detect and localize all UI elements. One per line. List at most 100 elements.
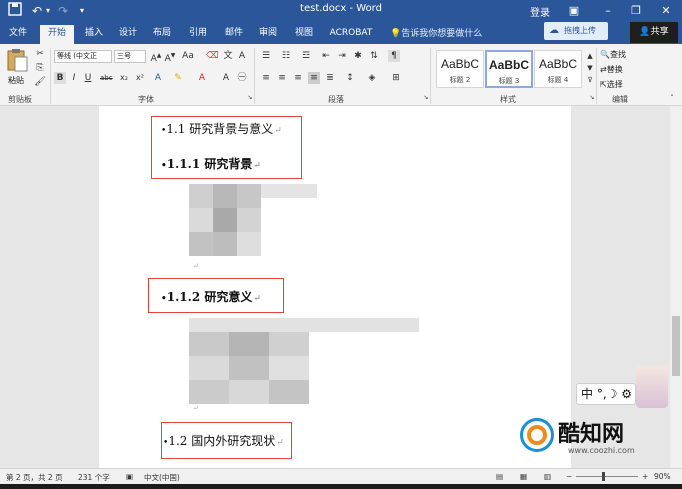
zoom-slider-thumb[interactable] [602, 472, 605, 481]
group-label-styles: 样式 [500, 95, 516, 104]
word-count[interactable]: 231 个字 [78, 472, 110, 483]
char-border-icon[interactable]: A [236, 50, 248, 62]
shrink-font-icon[interactable]: A▼ [164, 50, 176, 64]
align-left-icon[interactable]: ≡ [260, 72, 272, 84]
highlight-icon[interactable]: ✎ [172, 72, 184, 84]
person-icon: 👤 [639, 27, 651, 37]
tab-mailings[interactable]: 邮件 [220, 25, 248, 44]
enclosed-char-icon[interactable]: ㊀ [236, 72, 248, 84]
proofing-icon[interactable]: ▣ [126, 472, 133, 481]
ime-toolbar[interactable]: 中 °,☽ ⚙ [576, 383, 636, 405]
align-center-icon[interactable]: ≡ [276, 72, 288, 84]
page-count[interactable]: 第 2 页，共 2 页 [6, 472, 63, 483]
sort-icon[interactable]: ⇅ [368, 50, 380, 62]
collapse-ribbon-icon[interactable]: ˄ [666, 92, 678, 104]
tab-view[interactable]: 视图 [290, 25, 318, 44]
tab-acrobat[interactable]: ACROBAT [326, 25, 376, 44]
heading-1-1-2[interactable]: •1.1.2 研究意义↵ [161, 288, 261, 305]
paste-button[interactable]: 粘贴 [6, 48, 30, 92]
increase-indent-icon[interactable]: ⇥ [336, 50, 348, 62]
group-label-editing: 编辑 [612, 95, 628, 104]
line-spacing-icon[interactable]: ↕ [344, 72, 356, 84]
superscript-button[interactable]: x² [134, 72, 146, 84]
char-shading-icon[interactable]: A [220, 72, 232, 84]
styles-scroll-down-icon[interactable]: ▼ [584, 62, 596, 74]
tab-references[interactable]: 引用 [184, 25, 212, 44]
zoom-out-icon[interactable]: − [566, 472, 572, 481]
font-size-box[interactable]: 三号 [114, 50, 146, 63]
tab-review[interactable]: 审阅 [254, 25, 282, 44]
style-heading-4[interactable]: AaBbC 标题 4 [534, 50, 582, 88]
italic-button[interactable]: I [68, 72, 80, 84]
web-layout-icon[interactable]: ▥ [544, 472, 551, 481]
cut-icon[interactable]: ✂ [34, 48, 46, 60]
find-button[interactable]: 🔍查找 [600, 48, 626, 61]
zoom-in-icon[interactable]: + [642, 472, 648, 481]
divider [50, 48, 51, 104]
login-link[interactable]: 登录 [530, 4, 550, 19]
divider [430, 48, 431, 104]
read-mode-icon[interactable]: ▤ [496, 472, 503, 481]
replace-button[interactable]: ⇄替换 [600, 63, 623, 76]
language-indicator[interactable]: 中文(中国) [144, 472, 180, 483]
status-bar: 第 2 页，共 2 页 231 个字 ▣ 中文(中国) ▤ ▦ ▥ − + 90… [0, 468, 682, 484]
document-area: •1.1 研究背景与意义↵ •1.1.1 研究背景↵ ↵ •1.1.2 研究意义… [0, 106, 670, 468]
grow-font-icon[interactable]: A▲ [150, 50, 162, 64]
numbering-icon[interactable]: ☷ [280, 50, 292, 62]
clear-format-icon[interactable]: ⌫ [206, 50, 219, 62]
watermark-url: www.coozhi.com [568, 446, 635, 455]
font-name-box[interactable]: 等线 (中文正 [54, 50, 112, 63]
text-effects-icon[interactable]: A [152, 72, 164, 84]
chinese-layout-icon[interactable]: ✱ [352, 50, 364, 62]
borders-icon[interactable]: ⊞ [390, 72, 402, 84]
taskbar-strip [0, 484, 682, 489]
document-page[interactable]: •1.1 研究背景与意义↵ •1.1.1 研究背景↵ ↵ •1.1.2 研究意义… [99, 106, 571, 468]
copy-icon[interactable]: ⎘ [34, 62, 46, 74]
shading-icon[interactable]: ◈ [366, 72, 378, 84]
minimize-button[interactable]: – [594, 2, 622, 20]
word-window: ↶ ▾ ↷ ▾ test.docx - Word 登录 ▣ – ❐ ✕ 文件 开… [0, 0, 682, 489]
justify-icon[interactable]: ≡ [308, 72, 320, 84]
scrollbar-thumb[interactable] [672, 316, 680, 376]
cloud-upload-button[interactable]: ☁ 拖拽上传 [544, 22, 608, 40]
font-color-icon[interactable]: A [196, 72, 208, 84]
align-right-icon[interactable]: ≡ [292, 72, 304, 84]
styles-scroll-up-icon[interactable]: ▲ [584, 50, 596, 62]
heading-1-1[interactable]: •1.1 研究背景与意义↵ [161, 120, 282, 137]
zoom-slider[interactable] [576, 476, 638, 477]
phonetic-icon[interactable]: 文 [222, 50, 234, 62]
style-heading-2[interactable]: AaBbC 标题 2 [436, 50, 484, 88]
vertical-scrollbar[interactable] [670, 106, 682, 468]
show-marks-icon[interactable]: ¶ [388, 50, 400, 62]
tab-insert[interactable]: 插入 [80, 25, 108, 44]
tell-me-box[interactable]: 💡告诉我你想要做什么 [390, 26, 482, 39]
multilevel-list-icon[interactable]: ☲ [300, 50, 312, 62]
format-painter-icon[interactable]: 🖌 [34, 76, 46, 88]
bullets-icon[interactable]: ☰ [260, 50, 272, 62]
decrease-indent-icon[interactable]: ⇤ [320, 50, 332, 62]
close-button[interactable]: ✕ [652, 2, 680, 20]
change-case-icon[interactable]: Aa [182, 50, 194, 62]
bold-button[interactable]: B [54, 72, 66, 84]
distributed-icon[interactable]: ≣ [324, 72, 336, 84]
tab-design[interactable]: 设计 [114, 25, 142, 44]
subscript-button[interactable]: x₂ [118, 72, 130, 84]
strikethrough-button[interactable]: abc [100, 72, 113, 84]
tab-layout[interactable]: 布局 [148, 25, 176, 44]
share-button[interactable]: 👤共享 [630, 22, 678, 43]
select-button[interactable]: ⇱选择 [600, 78, 623, 91]
ribbon-display-icon[interactable]: ▣ [560, 2, 588, 20]
print-layout-icon[interactable]: ▦ [520, 472, 527, 481]
avatar [636, 366, 668, 408]
blurred-content-image [189, 318, 419, 404]
zoom-level[interactable]: 90% [654, 472, 671, 481]
style-heading-3[interactable]: AaBbC 标题 3 [485, 50, 533, 88]
heading-1-1-1[interactable]: •1.1.1 研究背景↵ [161, 155, 261, 172]
underline-button[interactable]: U [82, 72, 94, 84]
tab-home[interactable]: 开始 [40, 25, 74, 44]
styles-more-icon[interactable]: ⊽ [584, 74, 596, 86]
heading-1-2[interactable]: •1.2 国内外研究现状↵ [163, 432, 284, 449]
tab-file[interactable]: 文件 [4, 25, 32, 44]
maximize-button[interactable]: ❐ [622, 2, 650, 20]
para-mark: ↵ [193, 404, 199, 412]
